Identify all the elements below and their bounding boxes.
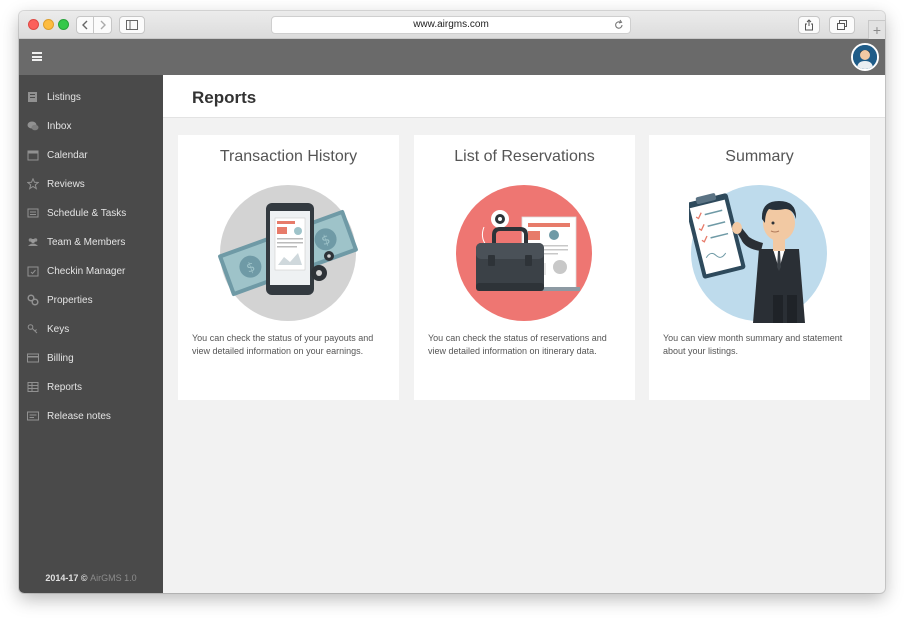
sidebar-item-inbox[interactable]: Inbox xyxy=(19,115,163,137)
tabs-icon xyxy=(837,20,847,30)
sidebar-item-keys[interactable]: Keys xyxy=(19,318,163,340)
sidebar-item-reports[interactable]: Reports xyxy=(19,376,163,398)
briefcase-illustration xyxy=(456,185,592,321)
sidebar-item-billing[interactable]: Billing xyxy=(19,347,163,369)
app-header xyxy=(19,39,885,75)
sidebar-footer: 2014-17 © AirGMS 1.0 xyxy=(19,573,163,583)
sidebar-item-label: Reports xyxy=(47,381,83,393)
sidebar-item-reviews[interactable]: Reviews xyxy=(19,173,163,195)
copyright-text: 2014-17 © xyxy=(45,573,88,583)
sidebar-item-calendar[interactable]: Calendar xyxy=(19,144,163,166)
calendar-icon xyxy=(27,150,39,161)
release-notes-icon xyxy=(27,411,39,421)
team-icon xyxy=(28,238,38,246)
report-card-list-of-reservations[interactable]: List of Reservations You can check the s… xyxy=(414,135,635,400)
url-text: www.airgms.com xyxy=(413,19,489,30)
checkin-icon xyxy=(27,266,39,277)
sidebar-item-label: Team & Members xyxy=(47,236,126,248)
sidebar-item-label: Properties xyxy=(47,294,93,306)
businessman-clipboard-illustration xyxy=(689,185,827,323)
card-title: List of Reservations xyxy=(454,148,595,165)
minimize-window-button[interactable] xyxy=(43,19,54,30)
user-avatar[interactable] xyxy=(851,43,879,71)
card-description: You can view month summary and statement… xyxy=(663,333,843,356)
card-description: You can check the status of reservations… xyxy=(428,333,607,356)
sidebar: Listings Inbox Calendar Reviews Schedule… xyxy=(19,75,163,593)
sidebar-item-label: Inbox xyxy=(47,120,72,132)
share-icon xyxy=(805,19,813,31)
star-icon xyxy=(27,178,39,190)
menu-icon[interactable] xyxy=(32,52,42,61)
billing-icon xyxy=(27,353,39,363)
chevron-right-icon xyxy=(100,20,106,30)
sidebar-item-checkin-manager[interactable]: Checkin Manager xyxy=(19,260,163,282)
sidebar-icon xyxy=(126,20,138,30)
inbox-icon xyxy=(27,121,39,131)
browser-toolbar: www.airgms.com + xyxy=(19,11,885,39)
zoom-window-button[interactable] xyxy=(58,19,69,30)
sidebar-item-label: Release notes xyxy=(47,410,111,422)
user-avatar-icon xyxy=(853,45,877,69)
schedule-icon xyxy=(27,208,39,218)
sidebar-item-label: Listings xyxy=(47,91,81,103)
sidebar-item-release-notes[interactable]: Release notes xyxy=(19,405,163,427)
sidebar-item-properties[interactable]: Properties xyxy=(19,289,163,311)
money-phone-illustration: $ $ xyxy=(218,185,358,321)
browser-window: www.airgms.com + Listings Inbox Calendar… xyxy=(19,11,885,593)
sidebar-item-team-members[interactable]: Team & Members xyxy=(19,231,163,253)
sidebar-item-label: Billing xyxy=(47,352,74,364)
close-window-button[interactable] xyxy=(28,19,39,30)
sidebar-item-label: Keys xyxy=(47,323,70,335)
new-tab-button[interactable]: + xyxy=(868,20,885,39)
sidebar-item-label: Schedule & Tasks xyxy=(47,207,127,219)
forward-button[interactable] xyxy=(94,16,112,34)
report-card-transaction-history[interactable]: Transaction History $ $ You can check th… xyxy=(178,135,399,400)
back-button[interactable] xyxy=(76,16,94,34)
share-button[interactable] xyxy=(798,16,820,34)
key-icon xyxy=(27,324,38,334)
sidebar-item-label: Calendar xyxy=(47,149,88,161)
sidebar-item-label: Reviews xyxy=(47,178,85,190)
card-description: You can check the status of your payouts… xyxy=(192,333,374,356)
sidebar-toggle-button[interactable] xyxy=(119,16,145,34)
reload-icon[interactable] xyxy=(614,19,624,31)
card-title: Summary xyxy=(725,148,794,165)
show-tabs-button[interactable] xyxy=(829,16,855,34)
new-tab-label: + xyxy=(872,22,882,38)
properties-icon xyxy=(27,294,39,306)
address-bar[interactable]: www.airgms.com xyxy=(271,16,631,34)
sidebar-item-schedule-tasks[interactable]: Schedule & Tasks xyxy=(19,202,163,224)
card-title: Transaction History xyxy=(219,148,358,165)
page-title: Reports xyxy=(192,88,257,107)
brand-version: AirGMS 1.0 xyxy=(90,573,137,583)
listings-icon xyxy=(28,92,37,102)
report-card-summary[interactable]: Summary You can view month summary and s… xyxy=(649,135,870,400)
page-header: Reports xyxy=(163,75,885,118)
sidebar-item-listings[interactable]: Listings xyxy=(19,86,163,108)
reports-icon xyxy=(27,382,39,392)
chevron-left-icon xyxy=(82,20,88,30)
sidebar-item-label: Checkin Manager xyxy=(47,265,126,277)
